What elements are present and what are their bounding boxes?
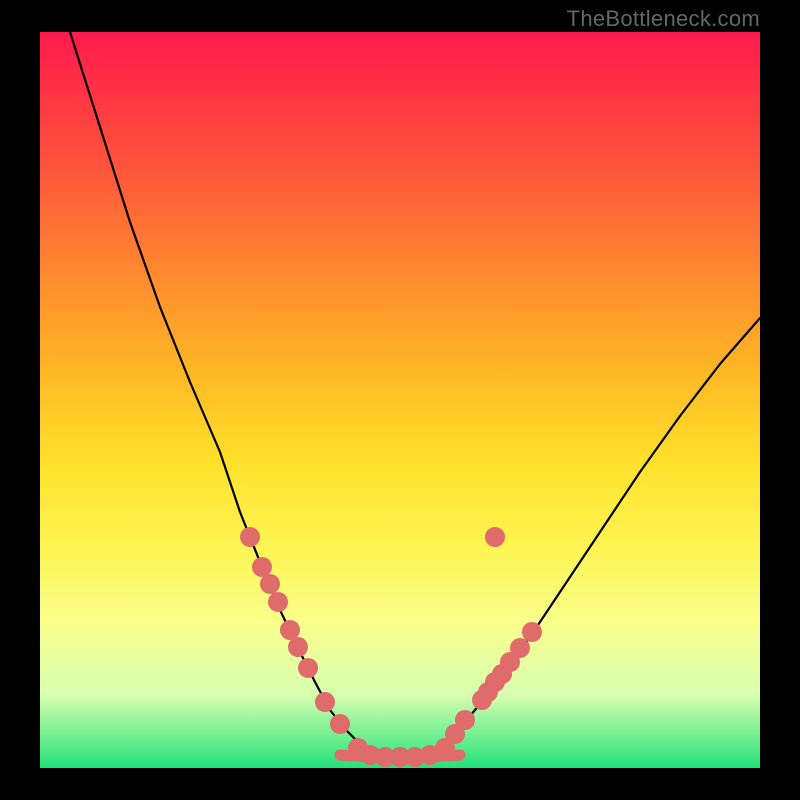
curve-group [70, 32, 760, 757]
data-marker [330, 714, 350, 734]
marker-group [240, 527, 542, 767]
data-marker [492, 664, 512, 684]
watermark-text: TheBottleneck.com [567, 6, 760, 32]
data-marker [478, 682, 498, 702]
data-marker [510, 638, 530, 658]
plot-area [40, 32, 760, 768]
data-marker [455, 710, 475, 730]
data-marker [260, 574, 280, 594]
curve-layer [40, 32, 760, 768]
data-marker [280, 620, 300, 640]
data-marker [522, 622, 542, 642]
data-marker [268, 592, 288, 612]
data-marker [315, 692, 335, 712]
data-marker [485, 527, 505, 547]
series-left-curve [70, 32, 370, 752]
chart-stage: TheBottleneck.com [0, 0, 800, 800]
data-marker [298, 658, 318, 678]
data-marker [252, 557, 272, 577]
data-marker [240, 527, 260, 547]
data-marker [288, 637, 308, 657]
